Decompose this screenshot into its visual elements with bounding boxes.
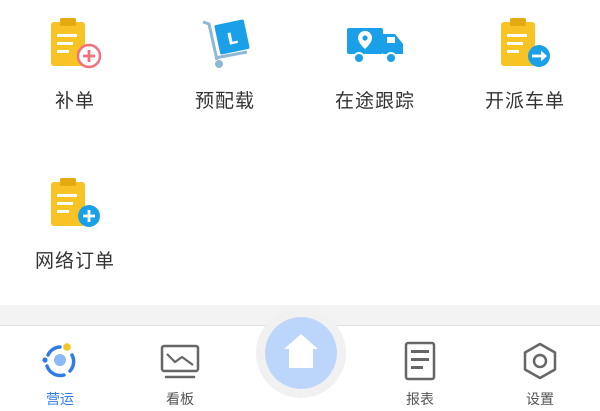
home-icon [284,334,318,368]
tab-label: 报表 [406,392,434,408]
tab-operations[interactable]: 营运 [10,326,110,411]
grid-item-label: 在途跟踪 [334,90,415,112]
grid-item-supplement-order[interactable]: 补单 [0,0,150,120]
grid-item-preload[interactable]: L 预配载 [150,0,300,120]
clipboard-arrow-icon [501,18,550,67]
delivery-truck-icon [347,28,403,64]
grid-item-label: 网络订单 [34,250,115,272]
operations-icon [42,343,76,378]
tab-label: 看板 [166,392,194,408]
hand-truck-icon: L [202,19,250,68]
clipboard-add-icon [51,18,102,69]
grid-item-label: 预配载 [194,90,255,112]
dashboard-icon [160,344,200,379]
clipboard-plus-icon [51,178,100,227]
tab-label: 营运 [46,392,74,408]
home-button[interactable] [256,308,346,398]
report-icon [404,341,436,381]
function-grid: 补单 L 预配载 在途跟踪 开派车单 网络订单 [0,0,600,305]
home-button-circle [265,317,337,389]
tab-settings[interactable]: 设置 [490,326,590,411]
grid-item-label: 补单 [54,90,95,112]
tab-reports[interactable]: 报表 [370,326,470,411]
settings-icon [523,342,557,380]
grid-item-label: 开派车单 [484,90,565,112]
tab-label: 设置 [526,392,554,408]
grid-item-online-order[interactable]: 网络订单 [0,160,150,280]
grid-item-in-transit-tracking[interactable]: 在途跟踪 [300,0,450,120]
grid-item-dispatch-order[interactable]: 开派车单 [450,0,600,120]
tab-dashboard[interactable]: 看板 [130,326,230,411]
